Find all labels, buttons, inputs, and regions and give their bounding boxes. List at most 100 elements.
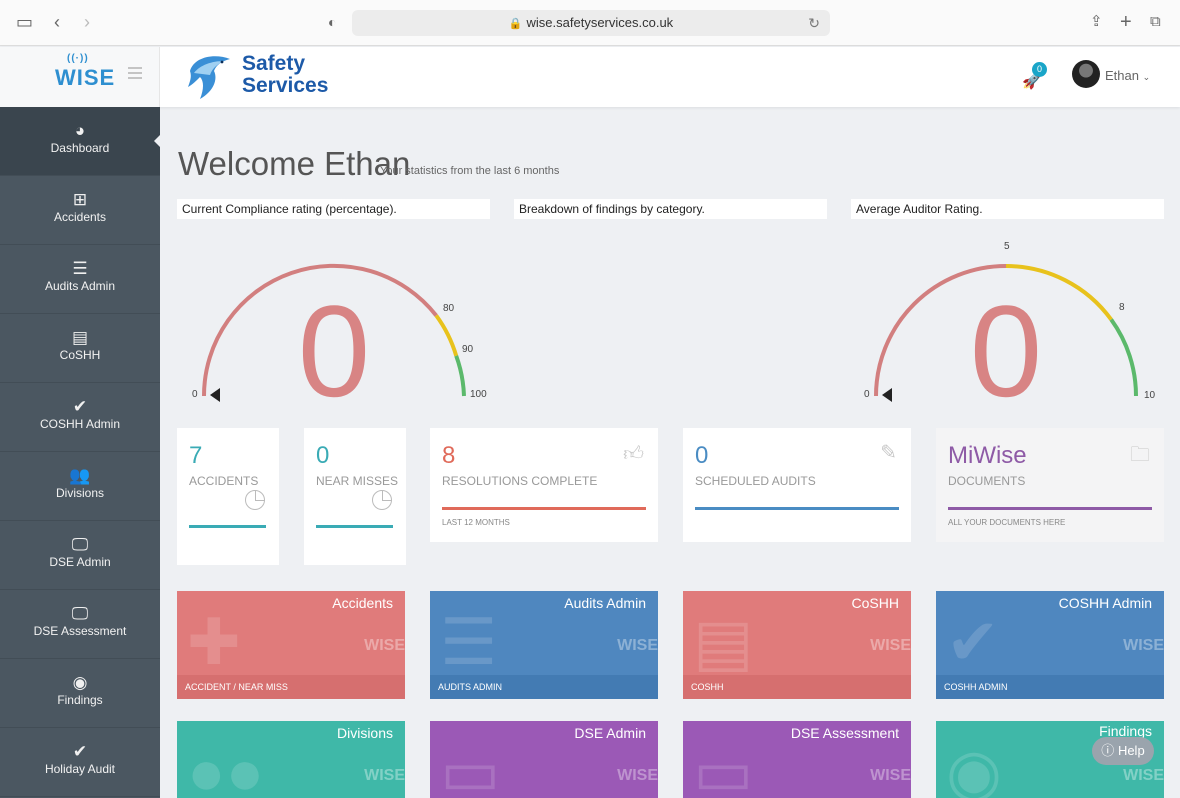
documents-stat-card[interactable]: MiWise DOCUMENTS 🗀 ALL YOUR DOCUMENTS HE…	[936, 428, 1164, 542]
medkit-icon: ✚	[187, 606, 241, 678]
findings-panel-title: Breakdown of findings by category.	[514, 199, 827, 219]
sidebar-item-coshh-admin[interactable]: ✔ COSHH Admin	[0, 383, 160, 452]
url-text: wise.safetyservices.co.uk	[526, 15, 674, 30]
sidebar-item-audits-admin[interactable]: ☰ Audits Admin	[0, 245, 160, 314]
list-icon: ☰	[440, 606, 498, 678]
help-label: Help	[1117, 743, 1145, 758]
sidebar-item-label: Audits Admin	[44, 279, 116, 293]
tile-title: Audits Admin	[564, 595, 646, 611]
sidebar-item-label: Findings	[57, 693, 103, 707]
near-misses-stat-card[interactable]: 0 NEAR MISSES	[304, 428, 406, 565]
forward-icon[interactable]: ›	[84, 10, 90, 34]
reload-icon[interactable]: ↻	[808, 10, 820, 36]
stat-sublabel: LAST 12 MONTHS	[442, 518, 510, 527]
medkit-icon: ⊞	[72, 190, 88, 209]
dashboard-icon: ◕	[74, 121, 86, 140]
sidebar-item-dse-admin[interactable]: 🖵 DSE Admin	[0, 521, 160, 590]
gauge-arc-yellow	[434, 314, 459, 357]
pie-chart-icon	[372, 490, 392, 510]
auditor-gauge-value: 0	[970, 278, 1042, 410]
sidebar-item-label: DSE Assessment	[33, 624, 127, 638]
sidebar: ◕ Dashboard ⊞ Accidents ☰ Audits Admin ▤…	[0, 107, 161, 798]
gauge-tick: 100	[470, 389, 487, 400]
compliance-panel-title: Current Compliance rating (percentage).	[177, 199, 490, 219]
gauge-arc-green	[454, 355, 466, 397]
tile-watermark: WISE	[870, 637, 911, 654]
company-name-line1: Safety	[242, 52, 306, 75]
sidebar-item-accidents[interactable]: ⊞ Accidents	[0, 176, 160, 245]
check-icon: ✔	[72, 397, 88, 416]
check-icon: ✔	[946, 606, 1000, 678]
sidebar-item-holiday-audit[interactable]: ✔ Holiday Audit	[0, 728, 160, 797]
new-tab-icon[interactable]: +	[1120, 10, 1132, 34]
users-icon: 👥	[69, 466, 91, 485]
stat-label: NEAR MISSES	[316, 474, 399, 488]
tile-dse-admin[interactable]: ▭ DSE Admin WISE	[430, 721, 658, 798]
book-icon: ▤	[693, 606, 754, 678]
gauge-tick: 5	[1004, 241, 1010, 252]
stat-progress-bar	[189, 525, 266, 528]
gauge-arc-green	[1109, 318, 1138, 397]
tile-audits-admin[interactable]: ☰ Audits Admin WISE AUDITS ADMIN	[430, 591, 658, 699]
tile-watermark: WISE	[617, 637, 658, 654]
tile-title: Divisions	[336, 725, 393, 741]
gauge-tick: 0	[192, 389, 198, 400]
gauge-tick: 8	[1119, 302, 1125, 313]
stat-label: ACCIDENTS	[189, 474, 259, 488]
stat-value: 0	[695, 442, 709, 469]
eye-icon: ◉	[946, 736, 1002, 798]
sidebar-item-dse-assessment[interactable]: 🖵 DSE Assessment	[0, 590, 160, 659]
notification-badge: 0	[1032, 62, 1047, 77]
stat-label: RESOLUTIONS COMPLETE	[442, 474, 598, 488]
sidebar-item-label: COSHH Admin	[39, 417, 121, 431]
tile-divisions[interactable]: ●● Divisions WISE	[177, 721, 405, 798]
back-icon[interactable]: ‹	[54, 10, 60, 34]
tile-watermark: WISE	[1123, 767, 1164, 784]
help-button[interactable]: ⓘ Help	[1092, 737, 1154, 765]
address-bar[interactable]: 🔒 wise.safetyservices.co.uk ↻	[352, 10, 830, 36]
sidebar-item-label: Dashboard	[50, 141, 110, 155]
dolphin-logo-icon	[188, 56, 230, 99]
edit-icon: ✎	[880, 442, 897, 464]
auditor-gauge: 0 0 5 8 10	[864, 241, 1156, 410]
resolutions-stat-card[interactable]: 8 RESOLUTIONS COMPLETE 👍︎ LAST 12 MONTHS	[430, 428, 658, 542]
tile-watermark: WISE	[870, 767, 911, 784]
scheduled-audits-stat-card[interactable]: 0 SCHEDULED AUDITS ✎	[683, 428, 911, 542]
tile-title: DSE Assessment	[790, 725, 899, 741]
auditor-panel-title: Average Auditor Rating.	[851, 199, 1164, 219]
tile-accidents[interactable]: ✚ Accidents WISE ACCIDENT / NEAR MISS	[177, 591, 405, 699]
tile-watermark: WISE	[617, 767, 658, 784]
tile-coshh-admin[interactable]: ✔ COSHH Admin WISE COSHH ADMIN	[936, 591, 1164, 699]
sidebar-item-findings[interactable]: ◉ Findings	[0, 659, 160, 728]
stat-label: DOCUMENTS	[948, 474, 1026, 488]
tile-watermark: WISE	[1123, 637, 1164, 654]
accidents-stat-card[interactable]: 7 ACCIDENTS	[177, 428, 279, 565]
privacy-shield-icon[interactable]: ◐	[328, 10, 336, 34]
gauge-needle-icon	[882, 388, 892, 402]
monitor-icon: ▭	[440, 736, 501, 798]
users-icon: ●●	[187, 736, 265, 798]
menu-toggle-icon[interactable]	[128, 67, 142, 79]
sidebar-toggle-icon[interactable]: ▭	[16, 10, 33, 34]
wise-logo[interactable]: ((·)) WISE	[55, 53, 115, 91]
user-menu[interactable]: Ethan ⌄	[1105, 68, 1150, 83]
share-icon[interactable]: ⇪	[1090, 10, 1103, 34]
monitor-icon: 🖵	[71, 535, 89, 554]
stat-sublabel: ALL YOUR DOCUMENTS HERE	[948, 518, 1066, 527]
sidebar-item-divisions[interactable]: 👥 Divisions	[0, 452, 160, 521]
sidebar-item-dashboard[interactable]: ◕ Dashboard	[0, 107, 161, 176]
page-subtitle: Your statistics from the last 6 months	[380, 165, 560, 177]
stat-progress-bar	[948, 507, 1152, 510]
gauge-needle-icon	[210, 388, 220, 402]
gauge-tick: 10	[1144, 390, 1156, 401]
tabs-overview-icon[interactable]: ⧉	[1150, 10, 1161, 34]
stat-value: MiWise	[948, 442, 1027, 469]
page-title: Welcome Ethan	[178, 145, 411, 182]
tile-dse-assessment[interactable]: ▭ DSE Assessment WISE	[683, 721, 911, 798]
monitor-icon: ▭	[693, 736, 754, 798]
avatar[interactable]	[1072, 60, 1100, 88]
folder-icon: 🗀	[1130, 444, 1150, 466]
tile-coshh[interactable]: ▤ CoSHH WISE COSHH	[683, 591, 911, 699]
stat-value: 7	[189, 442, 203, 469]
sidebar-item-coshh[interactable]: ▤ CoSHH	[0, 314, 160, 383]
